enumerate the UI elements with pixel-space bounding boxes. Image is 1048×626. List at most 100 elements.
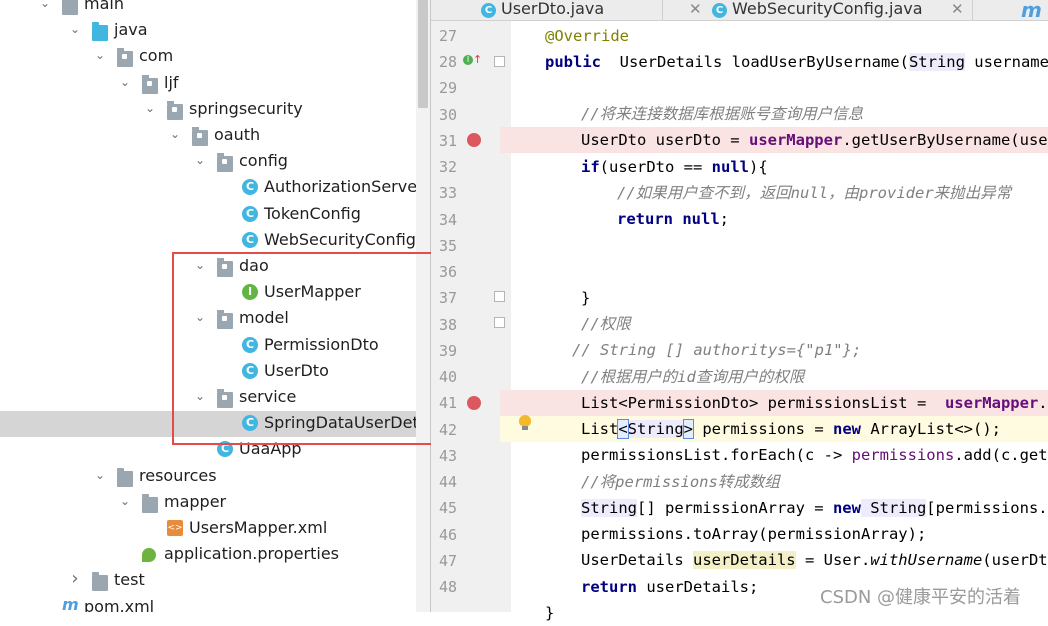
tree-item-label: model bbox=[239, 308, 289, 328]
tree-item-label: config bbox=[239, 151, 288, 171]
tree-item-model[interactable]: ⌄ model bbox=[0, 306, 416, 332]
maven-icon: m bbox=[62, 594, 79, 612]
class-icon: C bbox=[242, 362, 258, 379]
tree-item-label: java bbox=[114, 20, 148, 40]
close-icon[interactable]: ✕ bbox=[951, 0, 964, 18]
tree-item-main[interactable]: ⌄ main bbox=[0, 0, 416, 18]
line-number: 33 bbox=[438, 184, 457, 203]
package-icon bbox=[167, 100, 183, 120]
chevron-down-icon[interactable]: ⌄ bbox=[118, 493, 132, 509]
tree-item-java[interactable]: ⌄ java bbox=[0, 18, 416, 44]
tree-item-label: TokenConfig bbox=[264, 203, 361, 223]
line-number: 35 bbox=[438, 236, 457, 255]
code-line-32: if(userDto == null){ bbox=[581, 158, 768, 176]
tree-item-service[interactable]: ⌄ service bbox=[0, 385, 416, 411]
tree-item-authorizationserver[interactable]: C AuthorizationServer bbox=[0, 175, 416, 201]
tree-item-springsecurity[interactable]: ⌄ springsecurity bbox=[0, 97, 416, 123]
code-line-38: //权限 bbox=[581, 315, 631, 333]
tree-item-oauth[interactable]: ⌄ oauth bbox=[0, 123, 416, 149]
tree-item-tokenconfig[interactable]: C TokenConfig bbox=[0, 202, 416, 228]
tree-item-label: oauth bbox=[214, 125, 261, 144]
tree-item-dao[interactable]: ⌄ dao bbox=[0, 254, 416, 280]
chevron-down-icon[interactable]: ⌄ bbox=[193, 152, 207, 168]
code-line-28: public UserDetails loadUserByUsername(St… bbox=[545, 53, 1048, 71]
tree-item-websecurityconfig[interactable]: C WebSecurityConfig bbox=[0, 228, 416, 254]
package-icon bbox=[217, 389, 233, 408]
chevron-down-icon[interactable]: ⌄ bbox=[93, 467, 107, 483]
chevron-down-icon[interactable]: ⌄ bbox=[118, 74, 132, 90]
line-number: 27 bbox=[438, 27, 457, 45]
chevron-down-icon[interactable]: ⌄ bbox=[38, 0, 52, 11]
implements-marker-icon[interactable]: I bbox=[463, 55, 473, 65]
line-number: 45 bbox=[438, 499, 457, 518]
fold-marker-icon[interactable] bbox=[494, 317, 505, 328]
class-icon: C bbox=[712, 3, 727, 18]
maven-m-icon[interactable]: m bbox=[1021, 0, 1042, 22]
tree-item-label: SpringDataUserDetails bbox=[264, 413, 416, 433]
code-line-44: //将permissions转成数组 bbox=[581, 473, 780, 491]
chevron-down-icon[interactable]: ⌄ bbox=[193, 257, 207, 273]
tree-item-springdatauserdetails[interactable]: C SpringDataUserDetails bbox=[0, 411, 416, 438]
tree-item-userdto[interactable]: C UserDto bbox=[0, 359, 416, 385]
tree-item-test[interactable]: › test bbox=[0, 568, 416, 594]
tab-label: WebSecurityConfig.java bbox=[732, 0, 923, 18]
package-icon bbox=[142, 74, 158, 94]
tree-item-resources[interactable]: ⌄ resources bbox=[0, 464, 416, 490]
chevron-down-icon[interactable]: ⌄ bbox=[93, 47, 107, 63]
package-icon bbox=[217, 153, 233, 173]
editor-tab-bar: C UserDto.java ✕ C WebSecurityConfig.java … bbox=[431, 0, 1048, 21]
tree-item-com[interactable]: ⌄ com bbox=[0, 44, 416, 70]
breakpoint-icon[interactable] bbox=[467, 396, 481, 410]
tree-item-usersmapper-xml[interactable]: <> UsersMapper.xml bbox=[0, 516, 416, 542]
spring-app-class-icon: C bbox=[217, 441, 233, 458]
tree-item-mapper[interactable]: ⌄ mapper bbox=[0, 490, 416, 516]
tree-item-label: UsersMapper.xml bbox=[189, 518, 328, 537]
code-line-30: //将来连接数据库根据账号查询用户信息 bbox=[581, 105, 864, 123]
tab-separator bbox=[972, 0, 973, 20]
package-icon bbox=[117, 48, 133, 68]
chevron-down-icon[interactable]: ⌄ bbox=[143, 100, 157, 116]
tree-item-label: UserDto bbox=[264, 360, 329, 380]
tree-item-label: test bbox=[114, 570, 145, 590]
fold-marker-icon[interactable] bbox=[494, 56, 505, 67]
tree-item-label: WebSecurityConfig bbox=[264, 229, 416, 249]
line-number: 42 bbox=[438, 420, 457, 439]
tree-item-usermapper[interactable]: I UserMapper bbox=[0, 280, 416, 306]
code-line-48: return userDetails; bbox=[581, 578, 759, 596]
fold-marker-icon[interactable] bbox=[494, 291, 505, 302]
line-number: 44 bbox=[438, 473, 457, 492]
chevron-down-icon[interactable]: ⌄ bbox=[68, 21, 82, 37]
override-arrow-icon: ↑ bbox=[473, 53, 483, 66]
package-icon bbox=[217, 258, 233, 277]
tree-item-application-properties[interactable]: application.properties bbox=[0, 542, 416, 568]
tree-item-config[interactable]: ⌄ config bbox=[0, 149, 416, 175]
tree-item-pom-xml[interactable]: m pom.xml bbox=[0, 595, 416, 612]
code-line-31: UserDto userDto = userMapper.getUserByUs… bbox=[581, 131, 1048, 149]
chevron-right-icon[interactable]: › bbox=[68, 570, 82, 588]
chevron-down-icon[interactable]: ⌄ bbox=[168, 126, 182, 142]
project-tree: ⌄ main ⌄ java ⌄ com ⌄ ljf ⌄ springsecurity ⌄ oauth ⌄… bbox=[0, 0, 416, 612]
line-number: 30 bbox=[438, 105, 457, 124]
tree-item-uaaapp[interactable]: C UaaApp bbox=[0, 437, 416, 463]
tree-item-ljf[interactable]: ⌄ ljf bbox=[0, 71, 416, 97]
chevron-down-icon[interactable]: ⌄ bbox=[193, 388, 207, 404]
tree-item-label: mapper bbox=[164, 491, 227, 511]
code-line-46: permissions.toArray(permissionArray); bbox=[581, 525, 927, 543]
intention-bulb-icon[interactable] bbox=[519, 415, 531, 431]
line-number: 31 bbox=[438, 131, 457, 150]
class-icon: C bbox=[242, 205, 258, 222]
class-icon: C bbox=[242, 231, 258, 248]
chevron-down-icon[interactable]: ⌄ bbox=[193, 309, 207, 325]
line-number: 41 bbox=[438, 394, 457, 413]
tab-userdto[interactable]: C UserDto.java ✕ bbox=[481, 0, 702, 20]
tree-scrollbar-thumb[interactable] bbox=[418, 0, 428, 108]
tree-item-permissiondto[interactable]: C PermissionDto bbox=[0, 333, 416, 359]
breakpoint-icon[interactable] bbox=[467, 133, 481, 147]
tab-websecurityconfig[interactable]: C WebSecurityConfig.java ✕ bbox=[712, 0, 964, 20]
code-line-42: List<String> permissions = new ArrayList… bbox=[581, 419, 1001, 439]
tree-item-label: dao bbox=[239, 256, 269, 275]
tree-item-label: ljf bbox=[164, 72, 179, 92]
close-icon[interactable]: ✕ bbox=[689, 0, 702, 18]
class-icon: C bbox=[242, 336, 258, 353]
tree-item-label: pom.xml bbox=[84, 596, 155, 612]
